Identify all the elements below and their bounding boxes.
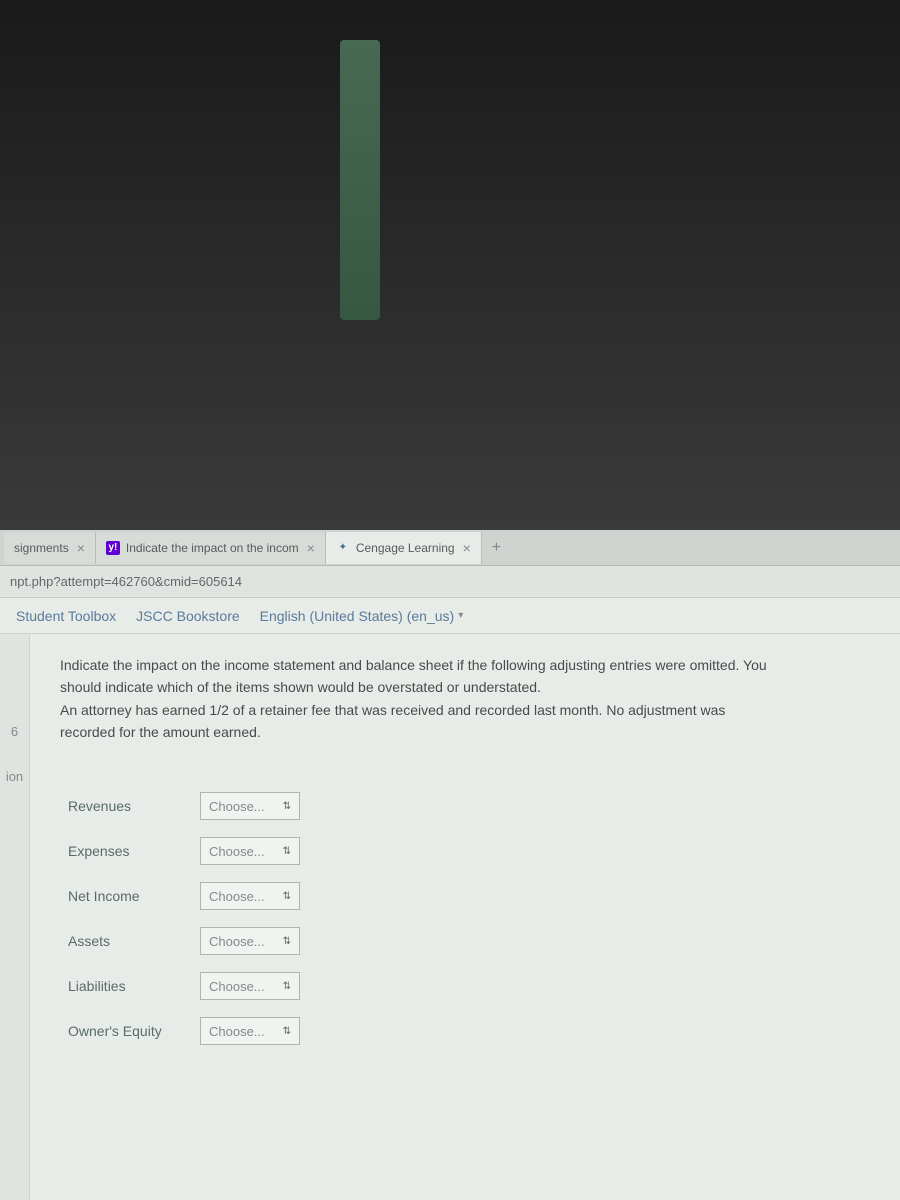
answer-label: Revenues (60, 798, 200, 814)
answer-label: Assets (60, 933, 200, 949)
answer-row-owners-equity: Owner's Equity Choose... ⇅ (60, 1009, 870, 1054)
nav-student-toolbox[interactable]: Student Toolbox (16, 608, 116, 624)
answer-label: Net Income (60, 888, 200, 904)
tab-cengage-learning[interactable]: ✦ Cengage Learning × (326, 532, 482, 564)
select-placeholder: Choose... (209, 979, 265, 994)
select-placeholder: Choose... (209, 1024, 265, 1039)
tab-label: Indicate the impact on the incom (126, 541, 299, 555)
answer-label: Liabilities (60, 978, 200, 994)
question-line: Indicate the impact on the income statem… (60, 654, 870, 676)
answer-label: Owner's Equity (60, 1023, 200, 1039)
liabilities-select[interactable]: Choose... ⇅ (200, 972, 300, 1000)
assets-select[interactable]: Choose... ⇅ (200, 927, 300, 955)
owners-equity-select[interactable]: Choose... ⇅ (200, 1017, 300, 1045)
select-arrow-icon: ⇅ (283, 936, 291, 947)
sidebar-fragment: ion (6, 769, 23, 784)
tab-assignments[interactable]: signments × (4, 532, 96, 564)
answer-row-assets: Assets Choose... ⇅ (60, 919, 870, 964)
url-text: npt.php?attempt=462760&cmid=605614 (10, 574, 242, 589)
nav-language-dropdown[interactable]: English (United States) (en_us) (260, 608, 464, 624)
content-wrapper: 6 ion Indicate the impact on the income … (0, 634, 900, 1200)
tab-label: Cengage Learning (356, 541, 455, 555)
tab-label: signments (14, 541, 69, 555)
tab-bar: signments × y! Indicate the impact on th… (0, 530, 900, 566)
select-arrow-icon: ⇅ (283, 801, 291, 812)
cengage-icon: ✦ (336, 541, 350, 555)
question-sidebar: 6 ion (0, 634, 30, 1200)
answer-row-expenses: Expenses Choose... ⇅ (60, 829, 870, 874)
new-tab-button[interactable]: + (482, 539, 511, 557)
close-icon[interactable]: × (307, 540, 315, 556)
browser-window: signments × y! Indicate the impact on th… (0, 530, 900, 1200)
select-placeholder: Choose... (209, 889, 265, 904)
answer-label: Expenses (60, 843, 200, 859)
close-icon[interactable]: × (77, 540, 85, 556)
question-number: 6 (11, 724, 18, 739)
select-arrow-icon: ⇅ (283, 891, 291, 902)
question-prompt: Indicate the impact on the income statem… (60, 654, 870, 744)
revenues-select[interactable]: Choose... ⇅ (200, 792, 300, 820)
expenses-select[interactable]: Choose... ⇅ (200, 837, 300, 865)
site-nav-bar: Student Toolbox JSCC Bookstore English (… (0, 598, 900, 634)
reflection-object (340, 40, 380, 320)
answer-row-revenues: Revenues Choose... ⇅ (60, 784, 870, 829)
answer-table: Revenues Choose... ⇅ Expenses Choose... … (60, 784, 870, 1054)
close-icon[interactable]: × (463, 540, 471, 556)
tab-indicate-impact[interactable]: y! Indicate the impact on the incom × (96, 532, 326, 564)
select-placeholder: Choose... (209, 934, 265, 949)
question-line: An attorney has earned 1/2 of a retainer… (60, 699, 870, 721)
answer-row-net-income: Net Income Choose... ⇅ (60, 874, 870, 919)
question-line: should indicate which of the items shown… (60, 676, 870, 698)
nav-bookstore[interactable]: JSCC Bookstore (136, 608, 239, 624)
address-bar[interactable]: npt.php?attempt=462760&cmid=605614 (0, 566, 900, 598)
question-line: recorded for the amount earned. (60, 721, 870, 743)
screen-reflection-area (0, 0, 900, 530)
answer-row-liabilities: Liabilities Choose... ⇅ (60, 964, 870, 1009)
select-arrow-icon: ⇅ (283, 846, 291, 857)
select-placeholder: Choose... (209, 799, 265, 814)
yahoo-icon: y! (106, 541, 120, 555)
question-content: Indicate the impact on the income statem… (30, 634, 900, 1200)
net-income-select[interactable]: Choose... ⇅ (200, 882, 300, 910)
select-arrow-icon: ⇅ (283, 981, 291, 992)
select-placeholder: Choose... (209, 844, 265, 859)
select-arrow-icon: ⇅ (283, 1026, 291, 1037)
